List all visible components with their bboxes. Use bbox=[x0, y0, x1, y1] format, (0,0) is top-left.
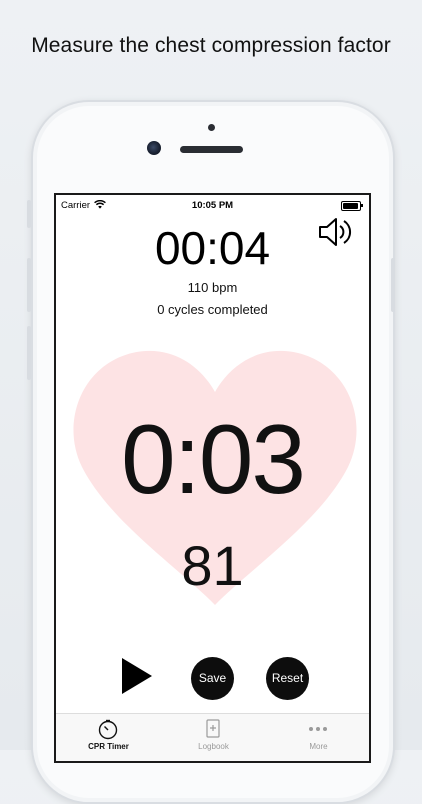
save-button[interactable]: Save bbox=[191, 657, 234, 700]
volume-down-button bbox=[27, 326, 31, 380]
tab-cpr-timer[interactable]: CPR Timer bbox=[56, 714, 161, 761]
more-icon bbox=[309, 727, 327, 731]
status-bar: Carrier 10:05 PM bbox=[56, 197, 369, 213]
logbook-icon bbox=[206, 719, 220, 738]
tab-logbook[interactable]: Logbook bbox=[161, 714, 266, 761]
proximity-sensor bbox=[208, 124, 215, 131]
battery-icon bbox=[341, 201, 361, 211]
reset-button[interactable]: Reset bbox=[266, 657, 309, 700]
power-button bbox=[391, 258, 395, 312]
promo-headline: Measure the chest compression factor bbox=[31, 34, 391, 57]
tab-more[interactable]: More bbox=[266, 714, 369, 761]
status-time: 10:05 PM bbox=[191, 200, 234, 211]
cycles-label: 0 cycles completed bbox=[157, 302, 268, 317]
countdown-timer: 0:03 bbox=[121, 404, 306, 514]
front-camera bbox=[147, 141, 161, 155]
battery-tip bbox=[361, 204, 363, 207]
earpiece-speaker bbox=[180, 146, 243, 153]
compression-count: 81 bbox=[181, 534, 244, 597]
app-screen: Carrier 10:05 PM 00:04 110 bpm 0 cycles … bbox=[54, 193, 371, 763]
play-button[interactable] bbox=[120, 657, 154, 695]
play-icon bbox=[122, 658, 152, 694]
speaker-icon[interactable] bbox=[317, 214, 355, 250]
volume-up-button bbox=[27, 258, 31, 312]
bpm-label: 110 bpm bbox=[187, 280, 238, 295]
tab-bar: CPR Timer Logbook More bbox=[56, 713, 369, 761]
stopwatch-icon bbox=[98, 719, 118, 740]
mute-switch bbox=[27, 200, 31, 228]
